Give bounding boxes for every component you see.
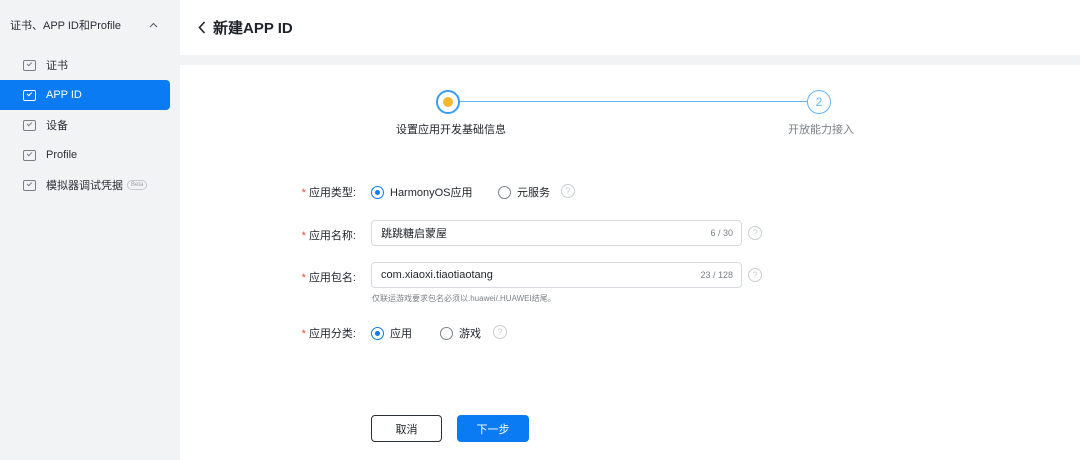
step-1-label: 设置应用开发基础信息: [396, 124, 506, 136]
form-row-app-name: * 应用名称: 跳跳糖启蒙屋 6 / 30 ?: [180, 220, 1080, 246]
sidebar-group-header[interactable]: 证书、APP ID和Profile: [0, 0, 180, 50]
document-icon: [23, 89, 36, 101]
sidebar-item-profile[interactable]: Profile: [0, 140, 170, 170]
sidebar-item-label: APP ID: [46, 89, 82, 101]
document-icon: [23, 179, 36, 191]
page-title: 新建APP ID: [213, 20, 293, 37]
radio-atomic-service[interactable]: 元服务: [498, 184, 550, 200]
step-active-dot: [443, 97, 453, 107]
package-name-value: com.xiaoxi.tiaotiaotang: [381, 269, 493, 281]
sidebar: 证书、APP ID和Profile 证书 APP ID 设备 Profile 模…: [0, 0, 180, 460]
radio-category-app[interactable]: 应用: [371, 325, 412, 341]
form-row-app-category: * 应用分类: 应用 游戏 ?: [180, 323, 1080, 343]
help-icon[interactable]: ?: [493, 325, 507, 339]
back-arrow-icon[interactable]: [195, 21, 209, 35]
help-icon[interactable]: ?: [561, 184, 575, 198]
help-icon[interactable]: ?: [748, 268, 762, 282]
sidebar-item-label: Profile: [46, 149, 78, 161]
cancel-button[interactable]: 取消: [371, 415, 442, 442]
sidebar-group-label: 证书、APP ID和Profile: [10, 20, 122, 32]
sidebar-item-label: 证书: [46, 60, 68, 72]
document-icon: [23, 119, 36, 131]
step-connector: [459, 101, 808, 102]
radio-unchecked-icon[interactable]: [498, 185, 511, 199]
radio-checked-icon[interactable]: [371, 185, 384, 199]
app-type-label: * 应用类型:: [301, 187, 356, 199]
radio-category-game[interactable]: 游戏: [440, 325, 481, 341]
next-button[interactable]: 下一步: [457, 415, 529, 442]
form-row-app-type: * 应用类型: HarmonyOS应用 元服务 ?: [180, 182, 1080, 202]
document-icon: [23, 149, 36, 161]
sidebar-item-app-id[interactable]: APP ID: [0, 80, 170, 110]
app-name-label: * 应用名称:: [301, 230, 356, 242]
beta-badge: Beta: [127, 180, 148, 190]
sidebar-item-emulator-credential[interactable]: 模拟器调试凭据 Beta: [0, 170, 170, 200]
app-name-value: 跳跳糖启蒙屋: [381, 228, 447, 240]
sidebar-item-label: 模拟器调试凭据: [46, 180, 123, 192]
radio-unchecked-icon[interactable]: [440, 326, 453, 340]
sidebar-item-label: 设备: [46, 120, 68, 132]
chevron-up-icon[interactable]: [148, 20, 158, 30]
package-name-hint: 仅联运游戏要求包名必须以.huawei/.HUAWEI结尾。: [372, 294, 556, 303]
help-icon[interactable]: ?: [748, 226, 762, 240]
package-name-counter: 23 / 128: [700, 270, 733, 280]
step-2-label: 开放能力接入: [788, 124, 854, 136]
app-category-label: * 应用分类:: [301, 328, 356, 340]
package-name-label: * 应用包名:: [301, 272, 356, 284]
app-name-input[interactable]: 跳跳糖启蒙屋 6 / 30: [371, 220, 742, 246]
package-name-input[interactable]: com.xiaoxi.tiaotiaotang 23 / 128: [371, 262, 742, 288]
page-header: 新建APP ID: [180, 0, 1080, 55]
step-1-indicator: [436, 90, 460, 114]
step-2-number: 2: [815, 95, 823, 109]
form-row-package-name: * 应用包名: com.xiaoxi.tiaotiaotang 23 / 128 …: [180, 262, 1080, 307]
radio-harmonyos-app[interactable]: HarmonyOS应用: [371, 184, 473, 200]
radio-checked-icon[interactable]: [371, 326, 384, 340]
sidebar-item-device[interactable]: 设备: [0, 110, 170, 140]
sidebar-item-certificate[interactable]: 证书: [0, 50, 170, 80]
document-icon: [23, 59, 36, 71]
main-panel: 2 设置应用开发基础信息 开放能力接入 * 应用类型: HarmonyOS应用 元…: [180, 65, 1080, 460]
step-2-indicator: 2: [807, 90, 831, 114]
app-name-counter: 6 / 30: [710, 228, 733, 238]
